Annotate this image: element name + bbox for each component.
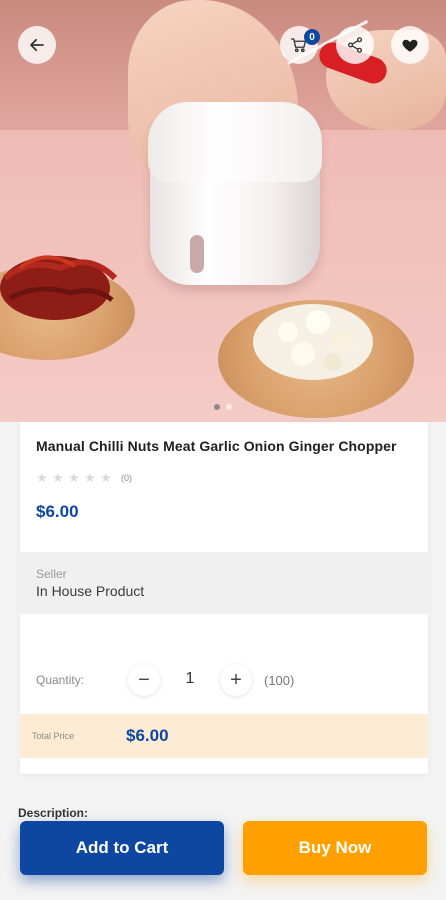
- seller-name: In House Product: [36, 583, 145, 599]
- total-price-value: $6.00: [126, 726, 169, 745]
- buy-now-button[interactable]: Buy Now: [243, 821, 427, 875]
- star-icon: ★: [84, 470, 96, 485]
- star-icon: ★: [36, 470, 48, 485]
- product-details-card: Manual Chilli Nuts Meat Garlic Onion Gin…: [20, 422, 428, 774]
- cart-count-badge: 0: [304, 29, 320, 45]
- product-title: Manual Chilli Nuts Meat Garlic Onion Gin…: [36, 438, 397, 454]
- rating-row: ★ ★ ★ ★ ★ (0): [36, 471, 132, 484]
- dried-chilli-pile: [0, 255, 118, 320]
- chopped-garlic-pile: [253, 304, 373, 380]
- seller-section[interactable]: Seller In House Product: [20, 552, 428, 614]
- star-icon: ★: [100, 470, 112, 485]
- add-to-cart-button[interactable]: Add to Cart: [20, 821, 224, 875]
- chopper-lid: [148, 102, 322, 182]
- rating-count: (0): [121, 472, 132, 483]
- bottom-action-bar: Add to Cart Buy Now: [0, 810, 446, 900]
- quantity-label: Quantity:: [36, 673, 85, 687]
- cart-button[interactable]: 0: [280, 26, 320, 64]
- wishlist-button[interactable]: [391, 26, 429, 64]
- quantity-decrease-button[interactable]: −: [128, 664, 160, 696]
- pager-dot[interactable]: [226, 404, 232, 410]
- total-price-section: Total Price $6.00: [20, 714, 428, 758]
- image-pager: [0, 404, 446, 410]
- back-button[interactable]: [18, 26, 56, 64]
- star-icon: ★: [52, 470, 64, 485]
- product-price: $6.00: [36, 502, 79, 521]
- product-image[interactable]: [0, 0, 446, 422]
- arrow-left-icon: [30, 38, 44, 52]
- share-button[interactable]: [336, 26, 374, 64]
- heart-icon: [402, 39, 418, 52]
- total-price-label: Total Price: [32, 731, 75, 741]
- stock-count: (100): [264, 673, 295, 688]
- quantity-value: 1: [185, 670, 195, 687]
- share-icon: [347, 37, 363, 53]
- star-icon: ★: [68, 470, 80, 485]
- quantity-increase-button[interactable]: +: [220, 664, 252, 696]
- seller-label: Seller: [36, 567, 67, 581]
- pager-dot-active[interactable]: [214, 404, 220, 410]
- chopper-slot: [190, 235, 204, 273]
